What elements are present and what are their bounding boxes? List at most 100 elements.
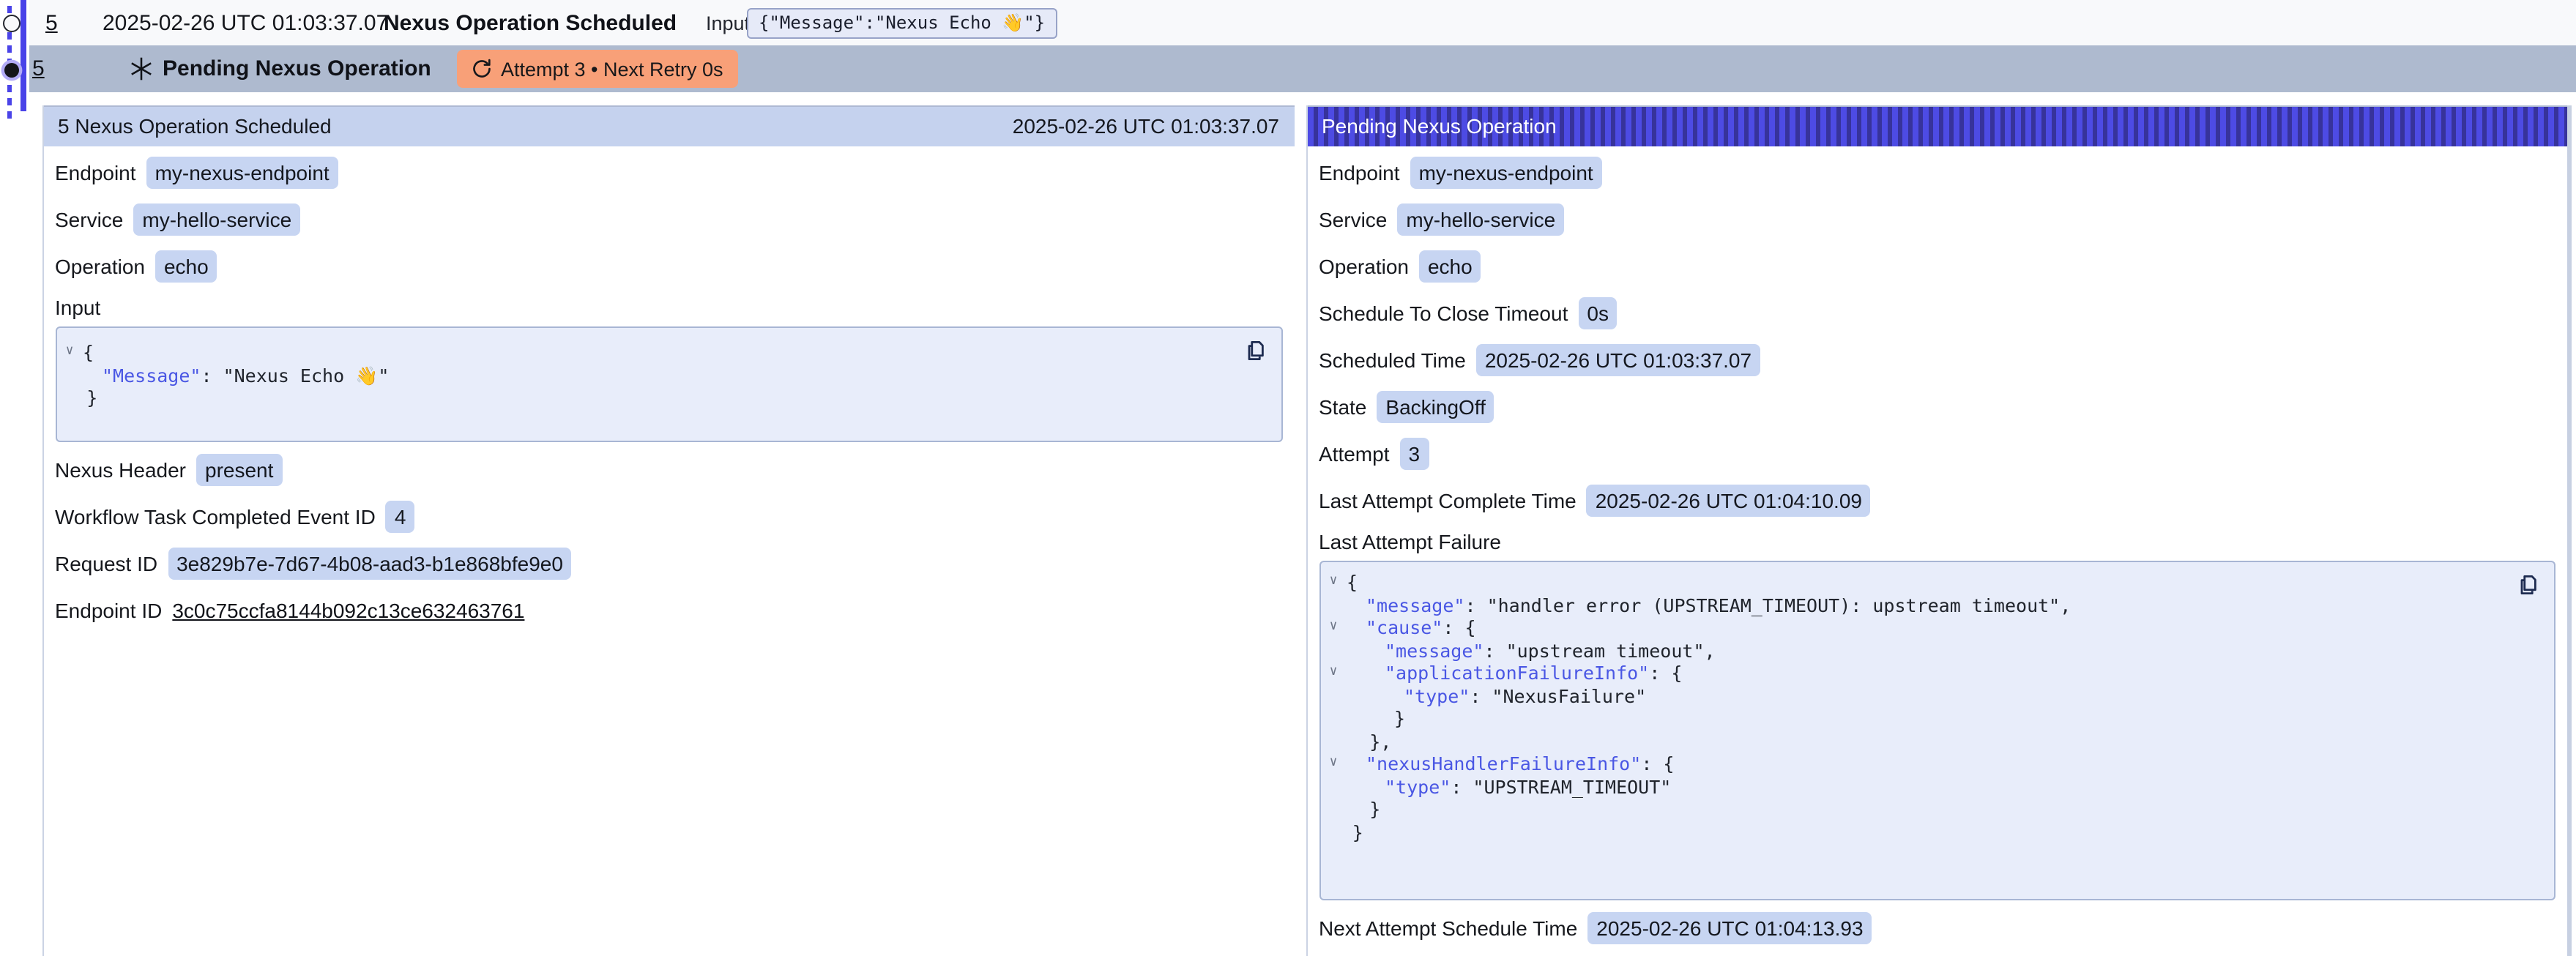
scheduled-panel-body: Endpoint my-nexus-endpoint Servicemy-hello… <box>43 146 1294 628</box>
code-text: "message": "upstream timeout", <box>1347 639 1716 662</box>
code-line: } <box>1320 798 2553 821</box>
field-label: Last Attempt Complete Time <box>1319 489 1577 512</box>
timeline-selection-bar <box>21 0 26 111</box>
code-text: }, <box>1347 730 1391 753</box>
event-row-pending-nexus-operation[interactable]: 5 Pending Nexus Operation Attempt 3 • Ne… <box>29 45 2576 92</box>
detail-field-row: Workflow Task Completed Event ID4 <box>55 499 1282 534</box>
code-gutter <box>1320 775 1347 798</box>
field-value-badge: BackingOff <box>1377 391 1494 423</box>
code-line: } <box>1320 707 2553 730</box>
field-value-badge: my-hello-service <box>133 203 300 236</box>
code-gutter <box>1320 707 1347 730</box>
code-text: "type": "UPSTREAM_TIMEOUT" <box>1347 775 1671 798</box>
event-detail-panels: 5 Nexus Operation Scheduled 2025-02-26 U… <box>42 105 2571 956</box>
collapse-chevron-icon[interactable]: ∨ <box>1320 571 1347 594</box>
code-line: "message": "upstream timeout", <box>1320 639 2553 662</box>
retry-icon <box>472 59 492 79</box>
code-gutter <box>1320 639 1347 662</box>
code-line: ∨"nexusHandlerFailureInfo": { <box>1320 753 2553 775</box>
detail-field-row: Next Attempt Schedule Time2025-02-26 UTC… <box>1319 911 2555 946</box>
code-line: }, <box>1320 730 2553 753</box>
code-gutter <box>1320 821 1347 843</box>
detail-field-row: Scheduled Time 2025-02-26 UTC 01:03:37.07 <box>1319 343 2555 378</box>
code-text: } <box>1347 821 1363 843</box>
input-payload-chip[interactable]: {"Message":"Nexus Echo 👋"} <box>747 7 1057 38</box>
field-value-link[interactable]: 3c0c75ccfa8144b092c13ce632463761 <box>172 599 524 622</box>
code-line: ∨{ <box>56 341 1281 364</box>
timeline-selected-event-dot <box>4 62 19 78</box>
code-line: "type": "NexusFailure" <box>1320 684 2553 707</box>
code-line: } <box>1320 821 2553 843</box>
event-timestamp: 2025-02-26 UTC 01:03:37.07 <box>103 10 388 35</box>
detail-field-row: Servicemy-hello-service <box>55 202 1282 237</box>
field-value-badge: my-nexus-endpoint <box>1410 157 1602 189</box>
collapse-chevron-icon[interactable]: ∨ <box>1320 753 1347 775</box>
field-label: Attempt <box>1319 442 1390 466</box>
code-gutter <box>1320 594 1347 616</box>
field-value-badge: 2025-02-26 UTC 01:03:37.07 <box>1476 344 1760 376</box>
code-line: "Message": "Nexus Echo 👋" <box>56 364 1281 386</box>
code-line: ∨{ <box>1320 571 2553 594</box>
code-line: "message": "handler error (UPSTREAM_TIME… <box>1320 594 2553 616</box>
detail-field-row: StateBackingOff <box>1319 389 2555 425</box>
field-value-badge: 4 <box>386 501 415 533</box>
panel-title: 5 Nexus Operation Scheduled <box>58 115 332 138</box>
code-line: ∨"applicationFailureInfo": { <box>1320 662 2553 684</box>
event-row-nexus-operation-scheduled[interactable]: 5 2025-02-26 UTC 01:03:37.07 Nexus Opera… <box>29 0 2576 45</box>
collapse-chevron-icon[interactable]: ∨ <box>1320 662 1347 684</box>
pending-asterisk-icon <box>129 56 154 81</box>
field-value-badge: 3 <box>1400 438 1429 470</box>
code-text: "Message": "Nexus Echo 👋" <box>83 364 389 386</box>
code-text: "type": "NexusFailure" <box>1347 684 1646 707</box>
code-text: { <box>83 341 94 364</box>
input-section-label: Input <box>55 296 1282 319</box>
code-text: } <box>83 386 97 409</box>
field-label: Endpoint <box>55 161 136 184</box>
field-value-badge: my-nexus-endpoint <box>146 157 338 189</box>
detail-field-row: Request ID 3e829b7e-7d67-4b08-aad3-b1e868… <box>55 546 1282 581</box>
code-line: } <box>56 386 1281 409</box>
code-text: { <box>1347 571 1358 594</box>
code-gutter <box>1320 684 1347 707</box>
code-gutter <box>56 386 83 409</box>
collapse-chevron-icon[interactable]: ∨ <box>56 341 83 364</box>
field-label: Endpoint <box>1319 161 1400 184</box>
scheduled-panel-header: 5 Nexus Operation Scheduled 2025-02-26 U… <box>43 105 1294 146</box>
code-text: "applicationFailureInfo": { <box>1347 662 1682 684</box>
code-gutter <box>56 364 83 386</box>
input-json-viewer: ∨{"Message": "Nexus Echo 👋"} <box>55 326 1282 442</box>
copy-icon[interactable] <box>2517 574 2540 597</box>
event-id-link[interactable]: 5 <box>32 56 45 81</box>
panel-title: Pending Nexus Operation <box>1322 115 1557 138</box>
detail-field-row: Servicemy-hello-service <box>1319 202 2555 237</box>
code-gutter <box>1320 730 1347 753</box>
pending-panel-header: Pending Nexus Operation <box>1307 105 2566 146</box>
code-line: "type": "UPSTREAM_TIMEOUT" <box>1320 775 2553 798</box>
detail-field-row: Endpoint my-nexus-endpoint <box>55 155 1282 190</box>
field-label: Endpoint ID <box>55 599 162 622</box>
field-label: Nexus Header <box>55 458 186 482</box>
field-label: Operation <box>55 255 145 278</box>
pending-panel-body: Endpoint my-nexus-endpoint Servicemy-hello… <box>1307 146 2566 946</box>
input-label: Input <box>706 12 750 34</box>
event-id-link[interactable]: 5 <box>45 10 58 35</box>
collapse-chevron-icon[interactable]: ∨ <box>1320 616 1347 639</box>
field-label: Request ID <box>55 552 157 575</box>
field-value-badge: 3e829b7e-7d67-4b08-aad3-b1e868bfe9e0 <box>168 548 572 580</box>
failure-section-label: Last Attempt Failure <box>1319 530 2555 553</box>
detail-field-row: Endpoint my-nexus-endpoint <box>1319 155 2555 190</box>
code-text: } <box>1347 798 1380 821</box>
retry-attempt-badge: Attempt 3 • Next Retry 0s <box>457 50 738 88</box>
detail-field-row: Operationecho <box>1319 249 2555 284</box>
field-label: Scheduled Time <box>1319 348 1466 372</box>
pending-operation-detail-panel: Pending Nexus Operation Endpoint my-nexus… <box>1306 105 2571 956</box>
code-text: } <box>1347 707 1405 730</box>
field-value-badge: 2025-02-26 UTC 01:04:10.09 <box>1587 485 1871 517</box>
panel-timestamp: 2025-02-26 UTC 01:03:37.07 <box>1013 115 1279 138</box>
retry-badge-text: Attempt 3 • Next Retry 0s <box>501 58 723 80</box>
copy-icon[interactable] <box>1244 340 1267 363</box>
detail-field-row: Attempt 3 <box>1319 436 2555 471</box>
field-value-badge: present <box>196 454 282 486</box>
pending-event-title: Pending Nexus Operation <box>163 56 431 81</box>
detail-field-row: Schedule To Close Timeout0s <box>1319 296 2555 331</box>
